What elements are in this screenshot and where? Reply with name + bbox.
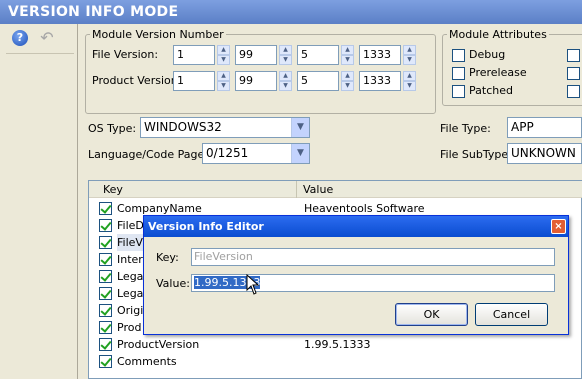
patched-label: Patched [469,84,513,97]
os-type-select[interactable]: WINDOWS32 ▼ [140,117,310,138]
os-type-label: OS Type: [88,122,137,135]
spinner-arrows-icon[interactable]: ▲ ▼ [403,45,416,65]
key-field: FileVersion [191,248,555,266]
language-select[interactable]: 0/1251 ▼ [202,143,310,164]
attribute-checkbox[interactable] [567,67,580,80]
row-checkbox[interactable] [99,219,112,232]
file-version-label: File Version: [92,48,159,61]
spinner-arrows-icon[interactable]: ▲ ▼ [279,71,292,91]
row-checkbox[interactable] [99,287,112,300]
spinner-arrows-icon[interactable]: ▲ ▼ [341,45,354,65]
dialog-title: Version Info Editor [144,216,568,237]
undo-icon[interactable]: ↶ [38,29,56,47]
prerelease-label: Prerelease [469,66,527,79]
row-checkbox[interactable] [99,202,112,215]
product-version-major-field[interactable]: 1 [173,71,215,91]
list-header: Key Value [89,181,582,198]
version-info-editor-dialog: Version Info Editor × Key: FileVersion V… [143,215,569,335]
row-checkbox[interactable] [99,355,112,368]
debug-checkbox[interactable] [452,49,465,62]
module-attributes-legend: Module Attributes [449,28,547,41]
language-label: Language/Code Page: [88,148,208,161]
ok-button[interactable]: OK [395,303,468,326]
window-title: VERSION INFO MODE [0,0,582,24]
dialog-value-label: Value: [156,277,190,290]
spinner-arrows-icon[interactable]: ▲ ▼ [341,71,354,91]
os-type-value: WINDOWS32 [144,120,222,134]
file-version-minor-field[interactable]: 99 [235,45,277,65]
file-type-value: APP [511,120,534,134]
file-subtype-value: UNKNOWN [511,146,576,160]
patched-checkbox[interactable] [452,85,465,98]
prerelease-checkbox[interactable] [452,67,465,80]
spinner-arrows-icon[interactable]: ▲ ▼ [217,71,230,91]
product-version-build-field[interactable]: 1333 [359,71,401,91]
row-checkbox[interactable] [99,304,112,317]
value-column-header[interactable]: Value [297,181,582,198]
file-version-build-field[interactable]: 1333 [359,45,401,65]
attribute-checkbox[interactable] [567,49,580,62]
file-version-major-field[interactable]: 1 [173,45,215,65]
product-version-release-field[interactable]: 5 [297,71,339,91]
row-checkbox[interactable] [99,338,112,351]
file-version-release-field[interactable]: 5 [297,45,339,65]
list-item[interactable]: Comments [89,353,582,370]
module-version-legend: Module Version Number [92,28,224,41]
mouse-cursor-icon [246,274,260,295]
key-column-header[interactable]: Key [89,181,297,198]
file-type-select[interactable]: APP [507,117,582,138]
dialog-key-label: Key: [156,251,179,264]
row-checkbox[interactable] [99,236,112,249]
product-version-label: Product Version: [92,74,182,87]
attribute-checkbox[interactable] [567,85,580,98]
spinner-arrows-icon[interactable]: ▲ ▼ [403,71,416,91]
spinner-arrows-icon[interactable]: ▲ ▼ [217,45,230,65]
chevron-down-icon[interactable]: ▼ [291,118,309,137]
list-item[interactable]: ProductVersion 1.99.5.1333 [89,336,582,353]
help-icon[interactable]: ? [12,30,28,46]
row-checkbox[interactable] [99,270,112,283]
file-subtype-label: File SubType: [440,148,512,161]
row-checkbox[interactable] [99,321,112,334]
language-value: 0/1251 [206,146,249,160]
spinner-arrows-icon[interactable]: ▲ ▼ [279,45,292,65]
file-type-label: File Type: [440,122,491,135]
close-icon[interactable]: × [551,219,566,234]
product-version-minor-field[interactable]: 99 [235,71,277,91]
debug-label: Debug [469,48,506,61]
row-checkbox[interactable] [99,253,112,266]
file-subtype-select[interactable]: UNKNOWN [507,143,582,164]
cancel-button[interactable]: Cancel [475,303,548,326]
left-toolbar [0,24,78,379]
chevron-down-icon[interactable]: ▼ [291,144,309,163]
